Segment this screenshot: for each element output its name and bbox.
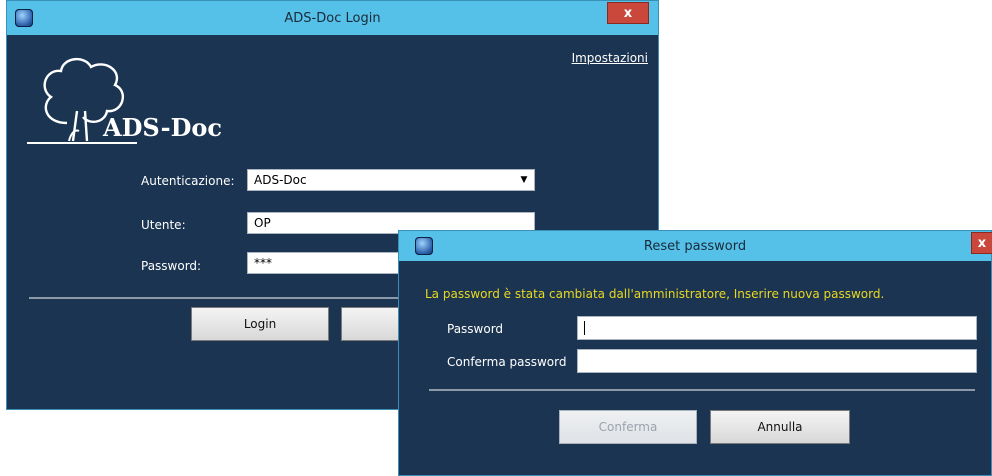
user-label: Utente: bbox=[141, 218, 186, 232]
reset-password-dialog: Reset password x La password è stata cam… bbox=[398, 230, 992, 476]
app-icon bbox=[415, 237, 433, 255]
reset-titlebar[interactable]: Reset password bbox=[399, 231, 991, 261]
confirm-password-input[interactable] bbox=[577, 349, 977, 373]
auth-select[interactable]: ADS-Doc ▼ bbox=[247, 169, 535, 191]
new-password-label: Password bbox=[447, 322, 504, 336]
reset-message: La password è stata cambiata dall'ammini… bbox=[425, 287, 885, 301]
login-titlebar[interactable]: ADS-Doc Login bbox=[7, 1, 658, 35]
auth-select-value: ADS-Doc bbox=[254, 173, 307, 187]
logo-text: ADS-Doc bbox=[103, 113, 223, 142]
new-password-input[interactable] bbox=[577, 316, 977, 340]
password-label: Password: bbox=[141, 259, 202, 273]
ads-doc-logo: ADS-Doc bbox=[27, 53, 237, 153]
confirm-password-label: Conferma password bbox=[447, 355, 567, 369]
login-title: ADS-Doc Login bbox=[284, 10, 381, 26]
confirm-button[interactable]: Conferma bbox=[559, 410, 697, 444]
text-cursor bbox=[584, 320, 585, 335]
cancel-button[interactable]: Annulla bbox=[710, 410, 850, 444]
login-button[interactable]: Login bbox=[191, 307, 329, 341]
auth-label: Autenticazione: bbox=[141, 174, 235, 188]
settings-link[interactable]: Impostazioni bbox=[572, 51, 648, 65]
reset-close-button[interactable]: x bbox=[971, 232, 992, 254]
chevron-down-icon[interactable]: ▼ bbox=[516, 172, 532, 188]
app-icon bbox=[15, 9, 33, 27]
reset-separator bbox=[429, 389, 975, 391]
login-close-button[interactable]: x bbox=[607, 2, 649, 24]
reset-title: Reset password bbox=[643, 238, 747, 254]
